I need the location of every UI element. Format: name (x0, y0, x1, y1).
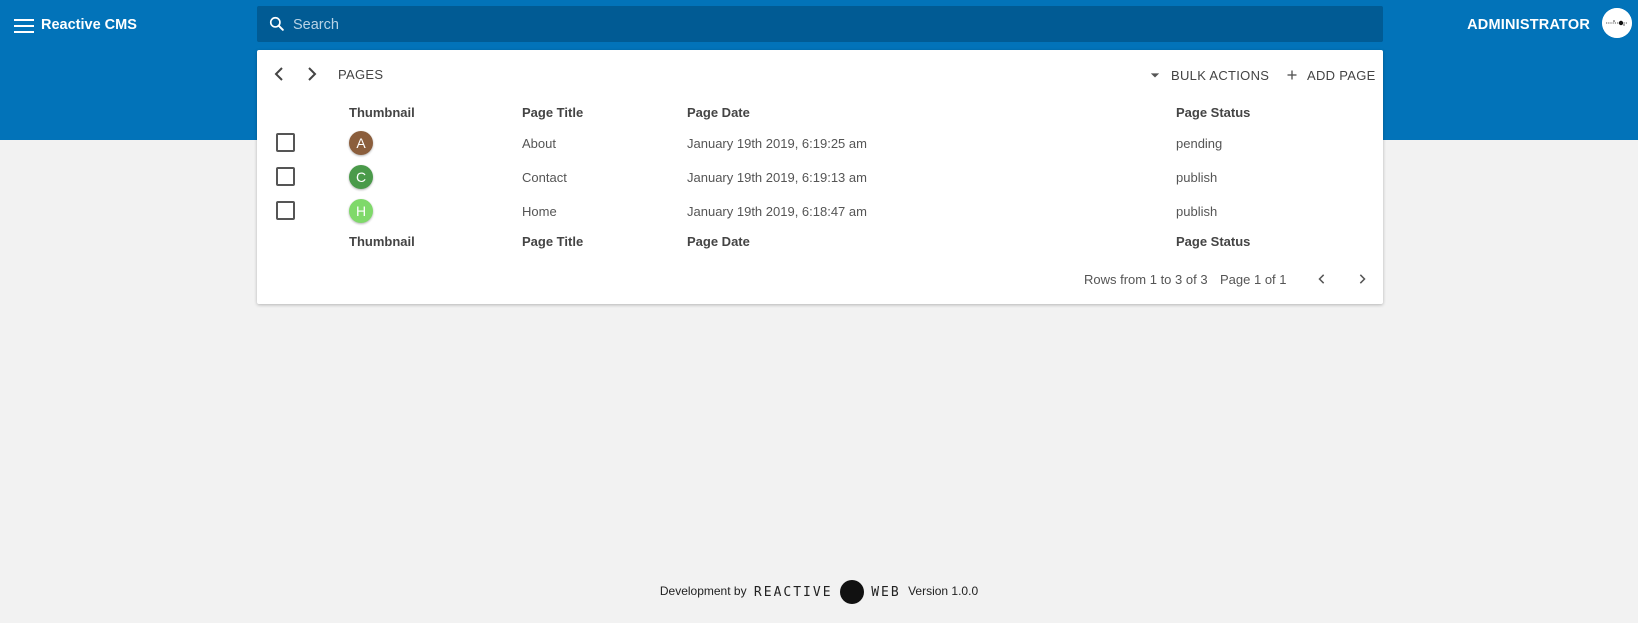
page-title-cell: About (522, 136, 556, 151)
chevron-left-icon[interactable] (267, 62, 291, 86)
page-status-cell: publish (1176, 204, 1218, 219)
column-header-page-status[interactable]: Page Status (1176, 105, 1250, 120)
page-title-cell: Contact (522, 170, 567, 185)
thumbnail-avatar: H (349, 199, 373, 223)
column-header-page-date[interactable]: Page Date (687, 105, 750, 120)
column-header-thumbnail[interactable]: Thumbnail (349, 105, 415, 120)
footer-header-page-date[interactable]: Page Date (687, 234, 750, 249)
page-date-cell: January 19th 2019, 6:18:47 am (687, 204, 867, 219)
page-status-cell: publish (1176, 170, 1218, 185)
chevron-right-icon[interactable] (300, 62, 324, 86)
user-avatar[interactable] (1602, 8, 1632, 38)
brand-logo-icon[interactable] (839, 580, 864, 604)
search-icon (269, 16, 284, 31)
search-input[interactable] (291, 6, 1375, 44)
next-page-icon[interactable] (1352, 269, 1372, 289)
plus-icon (1287, 70, 1297, 80)
column-header-page-title[interactable]: Page Title (522, 105, 583, 120)
footer-header-thumbnail[interactable]: Thumbnail (349, 234, 415, 249)
row-checkbox[interactable] (276, 133, 295, 152)
footer-header-page-status[interactable]: Page Status (1176, 234, 1250, 249)
menu-icon[interactable] (12, 14, 36, 38)
row-checkbox[interactable] (276, 167, 295, 186)
previous-page-icon[interactable] (1312, 269, 1332, 289)
bulk-actions-label: BULK ACTIONS (1171, 67, 1270, 83)
thumbnail-avatar: A (349, 131, 373, 155)
footer-prefix: Development by (659, 584, 747, 599)
app-title: Reactive CMS (41, 17, 137, 33)
page-footer: Development by REACTIVE WEB Version 1.0.… (0, 580, 1638, 604)
user-role-label[interactable]: ADMINISTRATOR (1467, 15, 1590, 35)
add-page-label: ADD PAGE (1307, 67, 1376, 83)
footer-header-page-title[interactable]: Page Title (522, 234, 583, 249)
version-text: Version 1.0.0 (908, 584, 979, 599)
dropdown-arrow-icon (1150, 73, 1160, 78)
avatar-logo-icon (1602, 8, 1632, 38)
page-title-cell: Home (522, 204, 557, 219)
brand-name-left[interactable]: REACTIVE (754, 585, 833, 600)
bulk-actions-button[interactable]: BULK ACTIONS (1145, 62, 1269, 88)
page-status-cell: pending (1176, 136, 1223, 151)
rows-range-text: Rows from 1 to 3 of 3 (1084, 272, 1208, 287)
card-title: PAGES (338, 67, 384, 82)
page-number-text: Page 1 of 1 (1220, 272, 1287, 287)
page-date-cell: January 19th 2019, 6:19:13 am (687, 170, 867, 185)
brand-name-right[interactable]: WEB (871, 585, 900, 600)
add-page-button[interactable]: ADD PAGE (1283, 62, 1376, 88)
row-checkbox[interactable] (276, 201, 295, 220)
page-date-cell: January 19th 2019, 6:19:25 am (687, 136, 867, 151)
pages-card: PAGES BULK ACTIONS ADD PAGE Thumbnail Pa… (257, 50, 1383, 304)
search-bar[interactable] (257, 6, 1383, 44)
thumbnail-avatar: C (349, 165, 373, 189)
